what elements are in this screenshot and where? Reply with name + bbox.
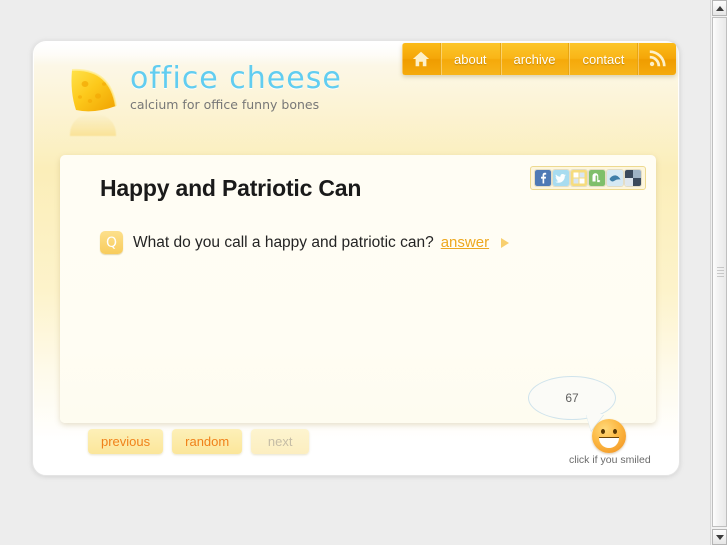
scroll-up-icon <box>715 5 724 11</box>
page-title: Happy and Patriotic Can <box>100 175 362 201</box>
scrollbar-thumb[interactable] <box>712 17 727 527</box>
smiley-eye-left <box>601 429 605 434</box>
smiley-face-icon[interactable] <box>592 419 626 453</box>
random-button[interactable]: random <box>172 429 243 454</box>
nav-label-contact: contact <box>582 51 625 67</box>
nav-item-home[interactable] <box>402 43 441 75</box>
answer-link[interactable]: answer <box>441 234 489 251</box>
question-text: What do you call a happy and patriotic c… <box>133 233 434 251</box>
vertical-scrollbar[interactable] <box>710 0 727 545</box>
main-navigation: about archive contact <box>402 43 677 75</box>
twitter-icon[interactable] <box>553 170 569 186</box>
smile-counter-widget: 67 click if you smiled <box>528 376 688 468</box>
cheese-wedge-icon <box>71 68 117 112</box>
delicious-icon[interactable] <box>571 170 587 186</box>
logo-tagline: calcium for office funny bones <box>130 97 320 112</box>
home-icon <box>412 51 430 67</box>
logo-text-block: office cheese calcium for office funny b… <box>130 61 360 113</box>
scroll-up-button[interactable] <box>712 0 727 16</box>
smile-count: 67 <box>565 391 579 405</box>
share-bar <box>530 166 646 190</box>
nav-label-archive: archive <box>513 51 556 67</box>
site-logo[interactable]: office cheese calcium for office funny b… <box>68 58 341 136</box>
rss-icon <box>650 50 667 67</box>
nav-item-archive[interactable]: archive <box>500 43 570 75</box>
share-more-icon[interactable] <box>625 170 641 186</box>
site-header: office cheese calcium for office funny b… <box>32 40 680 140</box>
next-button: next <box>251 429 310 454</box>
page-viewport: office cheese calcium for office funny b… <box>0 0 710 545</box>
logo-reflection <box>70 114 116 136</box>
smiley-eye-right <box>613 429 617 434</box>
nav-item-rss[interactable] <box>638 43 677 75</box>
stumbleupon-icon[interactable] <box>589 170 605 186</box>
nav-item-contact[interactable]: contact <box>569 43 639 75</box>
scroll-down-button[interactable] <box>712 529 727 545</box>
pager-controls: previous random next <box>88 429 310 454</box>
scrollbar-grip <box>717 267 724 278</box>
logo-wordmark: office cheese <box>130 61 342 96</box>
play-triangle-icon[interactable] <box>501 237 510 248</box>
facebook-icon[interactable] <box>535 170 551 186</box>
question-row: Q What do you call a happy and patriotic… <box>100 231 510 254</box>
question-badge: Q <box>100 231 123 254</box>
scroll-down-icon <box>715 534 724 540</box>
nav-item-about[interactable]: about <box>441 43 501 75</box>
nav-label-about: about <box>454 51 487 67</box>
technorati-icon[interactable] <box>607 170 623 186</box>
smiley-mouth <box>599 437 619 448</box>
smile-caption: click if you smiled <box>569 454 651 466</box>
previous-button[interactable]: previous <box>88 429 164 454</box>
